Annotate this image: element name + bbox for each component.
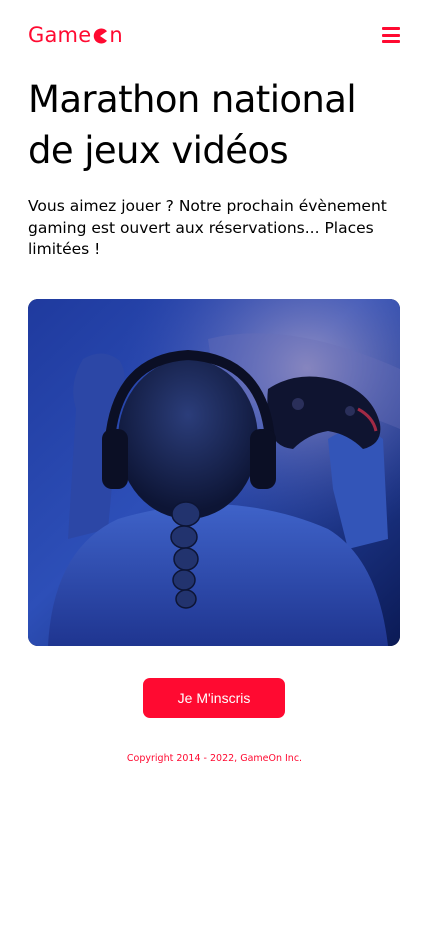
menu-bar <box>382 40 400 43</box>
menu-bar <box>382 33 400 37</box>
signup-button[interactable]: Je M'inscris <box>143 678 285 718</box>
hero-description: Vous aimez jouer ? Notre prochain évènem… <box>28 197 387 258</box>
hero-image <box>28 299 400 646</box>
copyright-text: Copyright 2014 - 2022, GameOn Inc. <box>126 753 303 764</box>
menu-bar <box>382 27 400 30</box>
hamburger-menu-icon[interactable] <box>382 27 400 43</box>
logo-text-suffix: n <box>109 22 123 47</box>
pacman-logo-icon <box>92 27 108 44</box>
top-navigation: Game n <box>28 20 400 50</box>
gameon-logo[interactable]: Game n <box>28 22 123 47</box>
hero-title: Marathon national de jeux vidéos <box>28 78 357 172</box>
logo-text-prefix: Game <box>28 22 92 47</box>
